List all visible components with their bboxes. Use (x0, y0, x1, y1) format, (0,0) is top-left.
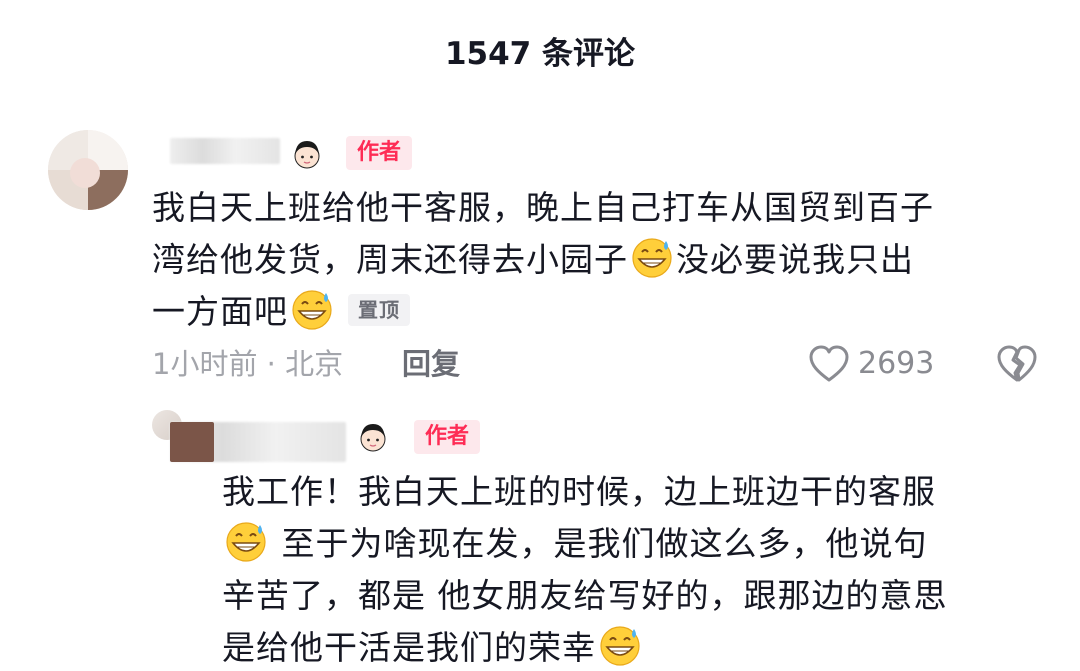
username-blur-patch (170, 422, 214, 462)
reply-text-segment: 是给他干活是我们的荣幸 (222, 628, 596, 667)
girl-face-icon (360, 424, 386, 452)
broken-heart-icon[interactable] (996, 344, 1038, 384)
comment-text-segment: 没必要说我只出 (676, 240, 914, 279)
comment-count-title: 1547 条评论 (444, 36, 636, 72)
comments-panel: 1547 条评论 作者 我白天上班给他干客服，晚上自己打车从国贸到百子 湾给他发… (0, 0, 1080, 671)
reply-line: 至于为啥现在发，是我们做这么多，他说句 (222, 518, 1062, 570)
comment-time-location: 1小时前 · 北京 (152, 347, 344, 381)
reply-text-segment: 至于为啥现在发，是我们做这么多，他说句 (281, 524, 928, 563)
avatar[interactable] (48, 130, 128, 210)
pinned-badge: 置顶 (348, 294, 410, 326)
heart-outline-icon[interactable] (808, 344, 850, 384)
comment-line: 我白天上班给他干客服，晚上自己打车从国贸到百子 (152, 188, 934, 227)
author-badge: 作者 (346, 136, 413, 170)
comment-line: 湾给他发货，周末还得去小园子 没必要说我只出 (152, 234, 1052, 286)
grinning-sweat-emoji-icon (292, 290, 332, 330)
comment-body: 我白天上班给他干客服，晚上自己打车从国贸到百子 湾给他发货，周末还得去小园子 没必… (152, 182, 1052, 338)
girl-face-icon (294, 141, 320, 169)
grinning-sweat-emoji-icon (632, 238, 672, 278)
like-count: 2693 (858, 346, 935, 381)
reply-line: 我工作！我白天上班的时候，边上班边干的客服 (222, 472, 936, 511)
grinning-sweat-emoji-icon (226, 522, 266, 562)
reply-line: 是给他干活是我们的荣幸 (222, 622, 1062, 671)
comment-line: 一方面吧 置顶 (152, 286, 1052, 338)
username-blurred[interactable] (170, 138, 280, 164)
reply-button[interactable]: 回复 (402, 344, 460, 384)
comment-text-segment: 湾给他发货，周末还得去小园子 (152, 240, 628, 279)
author-badge: 作者 (414, 420, 481, 454)
grinning-sweat-emoji-icon (600, 626, 640, 666)
reply-line: 辛苦了，都是 他女朋友给写好的，跟那边的意思 (222, 576, 948, 615)
reply-body: 我工作！我白天上班的时候，边上班边干的客服 至于为啥现在发，是我们做这么多，他说… (222, 466, 1062, 671)
comment-text-segment: 一方面吧 (152, 292, 288, 331)
